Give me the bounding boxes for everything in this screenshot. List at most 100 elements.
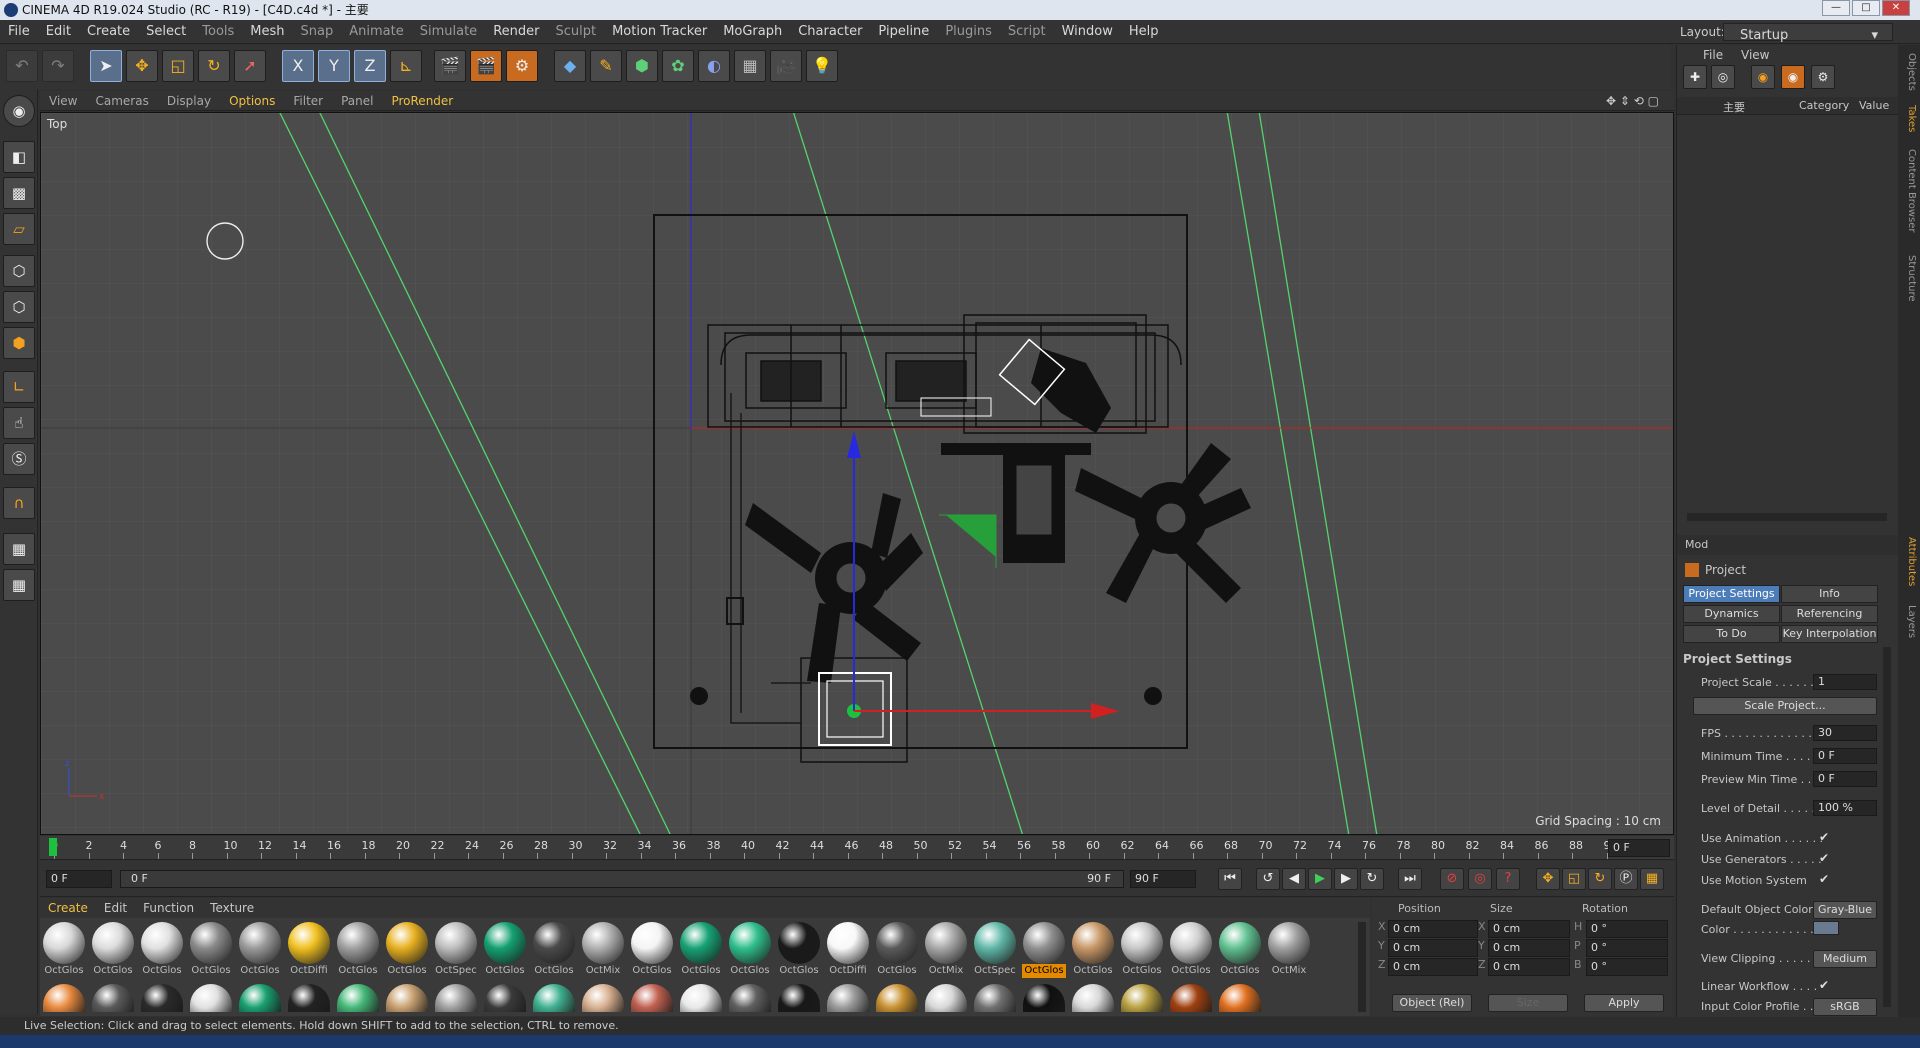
material-slot[interactable] [630, 984, 674, 1012]
om-menu-view[interactable]: View [1741, 48, 1769, 62]
menu-animate[interactable]: Animate [341, 20, 411, 44]
menu-snap[interactable]: Snap [293, 20, 342, 44]
playhead[interactable] [49, 838, 57, 856]
menu-edit[interactable]: Edit [38, 20, 79, 44]
render-view-icon[interactable]: 🎬 [434, 50, 466, 82]
level-of-detail-field[interactable]: 100 % [1813, 800, 1877, 816]
material-slot[interactable] [924, 984, 968, 1012]
view-menu-cameras[interactable]: Cameras [86, 91, 157, 111]
filter-icon[interactable]: ◉ [1781, 65, 1805, 89]
material-slot[interactable] [238, 984, 282, 1012]
size-mode-select[interactable]: Size [1488, 994, 1568, 1012]
apply-button[interactable]: Apply [1584, 994, 1664, 1012]
material-slot[interactable]: OctGlos [777, 922, 821, 978]
locked-workplane-icon[interactable]: ▦ [3, 569, 35, 601]
position-field[interactable]: 0 cm [1388, 920, 1478, 938]
model-mode-icon[interactable]: ◧ [3, 141, 35, 173]
material-slot[interactable]: OctGlos [1071, 922, 1115, 978]
go-to-end-icon[interactable]: ⏭ [1398, 868, 1422, 890]
material-slot[interactable]: OctMix [924, 922, 968, 978]
keyframe-help-icon[interactable]: ? [1496, 868, 1520, 890]
material-slot[interactable] [1169, 984, 1213, 1012]
scale-icon[interactable]: ◱ [162, 50, 194, 82]
previous-key-icon[interactable]: ↺ [1256, 868, 1280, 890]
menu-sculpt[interactable]: Sculpt [547, 20, 604, 44]
position-field[interactable]: 0 cm [1388, 958, 1478, 976]
axis-mode-icon[interactable]: ∟ [3, 371, 35, 403]
material-slot[interactable]: OctGlos [336, 922, 380, 978]
frame-range-slider[interactable]: 0 F 90 F [120, 870, 1124, 888]
layout-select[interactable]: Startup ▾ [1723, 23, 1893, 43]
subdivision-icon[interactable]: ⬢ [626, 50, 658, 82]
material-slot[interactable]: OctGlos [630, 922, 674, 978]
timeline-ruler[interactable]: 0246810121416182022242628303234363840424… [40, 836, 1674, 860]
size-field[interactable]: 0 cm [1488, 939, 1570, 957]
material-slot[interactable]: OctGlos [140, 922, 184, 978]
deformer-icon[interactable]: ◐ [698, 50, 730, 82]
autokey-icon[interactable]: ◎ [1468, 868, 1492, 890]
camera-icon[interactable]: 🎥 [770, 50, 802, 82]
menu-character[interactable]: Character [790, 20, 870, 44]
y-axis-lock-button[interactable]: Y [318, 50, 350, 82]
material-slot[interactable]: OctMix [581, 922, 625, 978]
tab-layers[interactable]: Layers [1901, 605, 1917, 638]
menu-pipeline[interactable]: Pipeline [870, 20, 937, 44]
key-rotation-icon[interactable]: ↻ [1588, 868, 1612, 890]
material-slot[interactable]: OctMix [1267, 922, 1311, 978]
next-key-icon[interactable]: ↻ [1360, 868, 1384, 890]
undo-icon[interactable]: ↶ [6, 50, 38, 82]
attributes-mode-menu[interactable]: Mod [1685, 538, 1708, 551]
material-slot[interactable]: OctGlos [42, 922, 86, 978]
viewport-navigation-icons[interactable]: ✥ ⇕ ⟲ ▢ [1597, 91, 1668, 111]
fps-field[interactable]: 30 [1813, 725, 1877, 741]
rotation-field[interactable]: 0 ° [1586, 920, 1668, 938]
x-axis-lock-button[interactable]: X [282, 50, 314, 82]
material-slot[interactable] [385, 984, 429, 1012]
material-slot[interactable] [728, 984, 772, 1012]
material-slot[interactable]: OctGlos [532, 922, 576, 978]
menu-mesh[interactable]: Mesh [242, 20, 292, 44]
minimize-button[interactable]: — [1822, 0, 1850, 16]
menu-window[interactable]: Window [1054, 20, 1121, 44]
view-menu-prorender[interactable]: ProRender [382, 91, 462, 111]
material-slot[interactable]: OctGlos [91, 922, 135, 978]
material-slot[interactable] [336, 984, 380, 1012]
material-slot[interactable] [973, 984, 1017, 1012]
end-frame-field[interactable]: 90 F [1130, 870, 1196, 888]
recent-tool-icon[interactable]: ➚ [234, 50, 266, 82]
material-slot[interactable]: OctDiffi [287, 922, 331, 978]
attributes-scrollbar[interactable] [1883, 647, 1891, 1007]
menu-motion-tracker[interactable]: Motion Tracker [604, 20, 715, 44]
material-slot[interactable] [91, 984, 135, 1012]
tab-objects[interactable]: Objects [1901, 53, 1917, 91]
om-menu-file[interactable]: File [1703, 48, 1723, 62]
live-selection-icon[interactable]: ➤ [90, 50, 122, 82]
view-menu-display[interactable]: Display [158, 91, 220, 111]
material-slot[interactable]: OctSpec [434, 922, 478, 978]
material-slot[interactable] [1218, 984, 1262, 1012]
texture-mode-icon[interactable]: ▩ [3, 177, 35, 209]
scale-project-button[interactable]: Scale Project... [1693, 697, 1877, 715]
rotate-icon[interactable]: ↻ [198, 50, 230, 82]
material-slot[interactable] [826, 984, 870, 1012]
edges-mode-icon[interactable]: ⬡ [3, 291, 35, 323]
material-slot[interactable]: OctGlos [679, 922, 723, 978]
magnet-icon[interactable]: ∩ [3, 487, 35, 519]
menu-plugins[interactable]: Plugins [937, 20, 1000, 44]
points-mode-icon[interactable]: ⬡ [3, 255, 35, 287]
redo-icon[interactable]: ↷ [42, 50, 74, 82]
material-slot[interactable] [42, 984, 86, 1012]
record-keys-icon[interactable]: ⊘ [1440, 868, 1464, 890]
render-icon[interactable]: ⚙ [1811, 65, 1835, 89]
current-frame-field[interactable]: 0 F [1608, 839, 1670, 857]
start-frame-field[interactable]: 0 F [46, 870, 112, 888]
material-slot[interactable]: OctGlos [1169, 922, 1213, 978]
light-icon[interactable]: 💡 [806, 50, 838, 82]
material-slot[interactable]: OctSpec [973, 922, 1017, 978]
size-field[interactable]: 0 cm [1488, 958, 1570, 976]
default-object-color-select[interactable]: Gray-Blue [1813, 901, 1877, 919]
menu-create[interactable]: Create [79, 20, 138, 44]
close-button[interactable]: ✕ [1882, 0, 1910, 16]
workplane-icon[interactable]: ▱ [3, 213, 35, 245]
z-axis-lock-button[interactable]: Z [354, 50, 386, 82]
